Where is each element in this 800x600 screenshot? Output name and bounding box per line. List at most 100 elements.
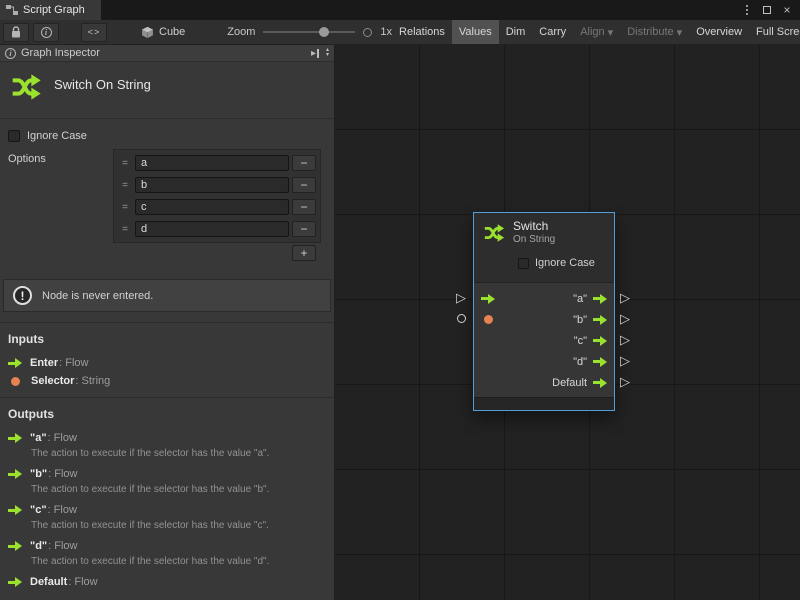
output-port-d: "d": Flow (8, 540, 326, 552)
code-view-button[interactable]: <> (81, 23, 107, 42)
chevron-down-icon: ▾ (677, 26, 683, 39)
ignore-case-row: Ignore Case (8, 127, 326, 145)
add-option-button[interactable]: + (292, 245, 316, 261)
input-port-enter: Enter: Flow (8, 357, 326, 369)
node-header: Switch On String (474, 213, 614, 253)
options-label: Options (8, 149, 113, 165)
node-title: Switch (513, 219, 555, 234)
output-port[interactable] (593, 315, 607, 325)
graph-canvas[interactable]: Switch On String Ignore Case "a" "b" (335, 45, 800, 600)
window-menu-icon[interactable] (740, 3, 754, 17)
zoom-slider-handle[interactable] (319, 27, 329, 37)
carry-button[interactable]: Carry (532, 20, 573, 44)
flow-arrow-icon (8, 358, 22, 368)
output-ext-port-icon[interactable]: ▷ (620, 291, 630, 304)
node-port-row: "a" (474, 288, 614, 309)
port-description: The action to execute if the selector ha… (31, 556, 326, 567)
drag-handle-icon[interactable]: = (118, 158, 132, 169)
enter-ext-port-icon[interactable]: ▷ (456, 291, 466, 304)
ignore-case-checkbox[interactable] (8, 130, 20, 142)
input-port-selector: Selector: String (8, 375, 326, 387)
switch-icon (483, 222, 505, 244)
option-row: = − (116, 218, 318, 240)
output-ext-port-icon[interactable]: ▷ (620, 333, 630, 346)
output-ext-port-icon[interactable]: ▷ (620, 354, 630, 367)
window-controls: × (740, 0, 800, 20)
info-icon: i (5, 48, 16, 59)
ignore-case-checkbox[interactable] (518, 258, 529, 269)
port-name: Default (30, 576, 67, 588)
graph-inspector-header: i Graph Inspector ▸ ▴▾ (0, 45, 334, 62)
overview-button[interactable]: Overview (689, 20, 749, 44)
pin-panel-icon[interactable]: ▸ (311, 48, 319, 59)
port-type: : Flow (48, 504, 77, 516)
node-port-row: Default (474, 372, 614, 393)
selector-ext-port-icon[interactable] (457, 314, 466, 323)
flow-arrow-icon (8, 433, 22, 443)
output-port[interactable] (593, 378, 607, 388)
close-icon[interactable]: × (780, 3, 794, 17)
port-type: : Flow (48, 468, 77, 480)
scroll-arrows-icon[interactable]: ▴▾ (326, 48, 329, 58)
inspector-toggle-button[interactable]: i (33, 23, 59, 42)
options-list: = − = − = − (113, 149, 321, 261)
inputs-section: Inputs Enter: Flow Selector: String (0, 322, 334, 397)
warning-text: Node is never entered. (42, 290, 153, 302)
tab-script-graph[interactable]: Script Graph (0, 0, 101, 20)
graph-inspector-title: Graph Inspector (21, 47, 100, 59)
warning-icon: ! (13, 286, 32, 305)
enter-port[interactable] (481, 294, 495, 304)
flow-arrow-icon (8, 505, 22, 515)
zoom-slider[interactable] (263, 26, 355, 38)
port-name: Enter (30, 357, 58, 369)
output-ext-port-icon[interactable]: ▷ (620, 312, 630, 325)
align-dropdown[interactable]: Align▾ (573, 20, 620, 44)
port-type: : String (75, 375, 110, 387)
remove-option-button[interactable]: − (292, 155, 316, 171)
output-port-a: "a": Flow (8, 432, 326, 444)
port-type: : Flow (59, 357, 88, 369)
node-subtitle: On String (513, 234, 555, 247)
distribute-dropdown[interactable]: Distribute▾ (620, 20, 689, 44)
output-port[interactable] (593, 294, 607, 304)
selector-port[interactable] (484, 315, 493, 324)
remove-option-button[interactable]: − (292, 199, 316, 215)
option-input[interactable] (135, 177, 289, 193)
warning-box: ! Node is never entered. (3, 279, 331, 312)
relations-button[interactable]: Relations (392, 20, 452, 44)
port-name: "c" (30, 504, 47, 516)
node-ports: "a" "b" "c" "d" Default (474, 282, 614, 397)
switch-on-string-node[interactable]: Switch On String Ignore Case "a" "b" (473, 212, 615, 411)
remove-option-button[interactable]: − (292, 177, 316, 193)
ignore-case-label: Ignore Case (27, 130, 87, 142)
option-input[interactable] (135, 221, 289, 237)
flow-arrow-icon (8, 541, 22, 551)
values-button[interactable]: Values (452, 20, 499, 44)
script-graph-icon (6, 5, 18, 15)
drag-handle-icon[interactable]: = (118, 180, 132, 191)
remove-option-button[interactable]: − (292, 221, 316, 237)
drag-handle-icon[interactable]: = (118, 202, 132, 213)
ignore-case-label: Ignore Case (535, 257, 595, 269)
port-description: The action to execute if the selector ha… (31, 484, 326, 495)
output-ext-port-icon[interactable]: ▷ (620, 375, 630, 388)
lock-button[interactable] (3, 23, 29, 42)
drag-handle-icon[interactable]: = (118, 224, 132, 235)
port-description: The action to execute if the selector ha… (31, 520, 326, 531)
switch-icon (10, 71, 42, 103)
object-breadcrumb[interactable]: Cube (141, 26, 185, 39)
port-type: : Flow (68, 576, 97, 588)
output-port[interactable] (593, 336, 607, 346)
dim-button[interactable]: Dim (499, 20, 533, 44)
option-input[interactable] (135, 199, 289, 215)
zoom-reset-icon[interactable] (363, 28, 372, 37)
output-port[interactable] (593, 357, 607, 367)
node-port-row: "c" (474, 330, 614, 351)
output-port-default: Default: Flow (8, 576, 326, 588)
node-title-section: Switch On String (0, 62, 334, 119)
node-port-row: "b" (474, 309, 614, 330)
option-input[interactable] (135, 155, 289, 171)
chevron-down-icon: ▾ (608, 26, 614, 39)
maximize-icon[interactable] (760, 3, 774, 17)
fullscreen-button[interactable]: Full Screen (749, 20, 800, 44)
